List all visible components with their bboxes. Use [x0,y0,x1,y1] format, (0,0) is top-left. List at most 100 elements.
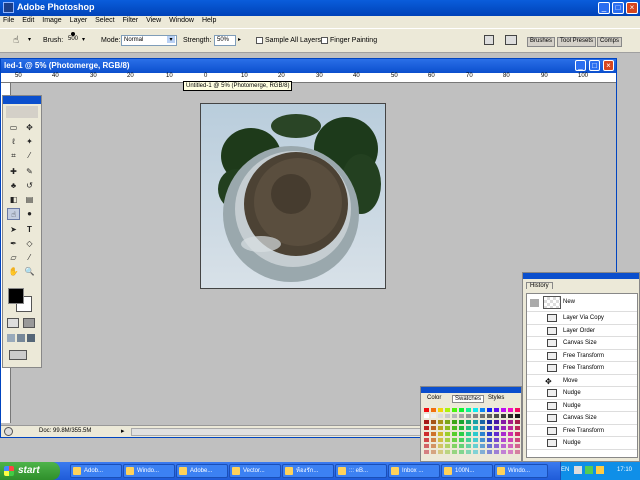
jump-to-imageready-icon[interactable] [9,350,27,360]
menu-edit[interactable]: Edit [19,16,37,25]
tab-comps[interactable]: Comps [597,37,623,47]
doc-close-button[interactable]: × [603,60,614,71]
eraser-tool-icon[interactable]: ◧ [7,194,20,206]
taskbar-item[interactable]: ห้องรัก... [282,464,334,478]
language-indicator[interactable]: EN [561,467,569,473]
color-swatch[interactable] [451,449,458,455]
color-swatch[interactable] [430,449,437,455]
pen-tool-icon[interactable]: ✒ [7,238,20,250]
menu-file[interactable]: File [0,16,17,25]
history-item[interactable]: Layer Via Copy [527,312,637,325]
toolbox-header[interactable] [3,96,41,104]
tab-brushes[interactable]: Brushes [527,37,556,47]
file-browser-icon[interactable] [484,35,494,45]
shape-tool-icon[interactable]: ◇ [23,238,36,250]
color-swatch[interactable] [514,449,521,455]
taskbar-item[interactable]: 100N... [441,464,493,478]
healing-brush-tool-icon[interactable]: ✚ [7,166,20,178]
history-item[interactable]: Canvas Size [527,412,637,425]
color-swatch[interactable] [479,449,486,455]
taskbar-item[interactable]: Adobe... [176,464,228,478]
history-item[interactable]: Free Transform [527,362,637,375]
tray-icon[interactable] [585,466,593,474]
taskbar-item[interactable]: Windo... [494,464,548,478]
crop-tool-icon[interactable]: ⌗ [7,150,20,162]
palette-well-icon[interactable] [505,35,517,45]
taskbar-item[interactable]: Windo... [123,464,175,478]
history-item[interactable]: Layer Order [527,325,637,337]
taskbar-item[interactable]: Inbox ... [388,464,440,478]
history-item[interactable]: Canvas Size [527,337,637,350]
mode-select[interactable]: Normal ▾ [121,35,177,46]
tab-tool-presets[interactable]: Tool Presets [557,37,597,47]
menu-window[interactable]: Window [166,16,197,25]
notes-tool-icon[interactable]: ▱ [7,252,20,264]
smudge-tool-icon[interactable]: ☝ [13,35,19,46]
hand-tool-icon[interactable]: ✋ [7,266,20,278]
tool-preset-chevron-icon[interactable]: ▾ [28,36,31,43]
minimize-button[interactable]: _ [598,2,610,14]
history-item[interactable]: Free Transform [527,350,637,362]
taskbar-item[interactable]: ::: eB... [335,464,387,478]
menu-filter[interactable]: Filter [120,16,142,25]
color-swatch[interactable] [507,449,514,455]
color-swatch[interactable] [437,449,444,455]
eyedropper-tool-icon[interactable]: ⁄ [23,252,36,264]
taskbar-item[interactable]: Adob... [70,464,122,478]
slice-tool-icon[interactable]: ⁄ [23,150,36,162]
history-item[interactable]: ✥ Move [527,375,637,387]
path-selection-tool-icon[interactable]: ➤ [7,224,20,236]
doc-maximize-button[interactable]: □ [589,60,600,71]
gradient-tool-icon[interactable]: ▤ [23,194,36,206]
start-button[interactable]: start [0,462,60,480]
clone-stamp-tool-icon[interactable]: ♣ [7,180,20,192]
history-snapshot[interactable]: New [527,294,637,312]
document-titlebar[interactable]: led-1 @ 5% (Photomerge, RGB/8) _ □ × [1,59,616,73]
finger-painting-checkbox[interactable] [321,37,328,44]
close-button[interactable]: × [626,2,638,14]
color-swatch[interactable] [423,449,430,455]
color-swatch[interactable] [458,449,465,455]
menu-layer[interactable]: Layer [67,16,91,25]
color-swatch[interactable] [500,449,507,455]
tray-icon[interactable] [574,466,582,474]
history-brush-tool-icon[interactable]: ↺ [23,180,36,192]
tab-styles[interactable]: Styles [488,395,504,401]
lasso-tool-icon[interactable]: ℓ [7,136,20,148]
zoom-tool-icon[interactable]: 🔍 [23,266,36,278]
foreground-color-swatch[interactable] [8,288,24,304]
brush-chevron-icon[interactable]: ▾ [82,36,85,43]
standard-mode-icon[interactable] [7,318,19,328]
strength-input[interactable]: 50% [214,35,236,46]
strength-slider-chevron-icon[interactable]: ▸ [238,36,241,43]
tab-color[interactable]: Color [427,395,441,401]
history-item[interactable]: Nudge [527,400,637,412]
move-tool-icon[interactable]: ✥ [23,122,36,134]
menu-select[interactable]: Select [92,16,117,25]
history-item[interactable]: Free Transform [527,425,637,437]
history-item[interactable]: Nudge [527,437,637,450]
color-swatch[interactable] [465,449,472,455]
swatches-panel-header[interactable] [421,387,521,393]
sample-all-layers-checkbox[interactable] [256,37,263,44]
color-swatch[interactable] [493,449,500,455]
screen-mode-menu-icon[interactable] [17,334,25,342]
smudge-tool-button[interactable]: ☝ [7,208,20,220]
swatch-grid[interactable] [423,407,521,455]
status-menu-arrow-icon[interactable]: ▸ [121,427,125,435]
dodge-tool-icon[interactable]: ● [23,208,36,220]
canvas-image[interactable] [200,103,386,289]
color-swatch[interactable] [472,449,479,455]
brush-preview[interactable]: 500 [66,32,80,42]
quick-mask-icon[interactable] [23,318,35,328]
tab-history[interactable]: History [526,282,553,289]
magic-wand-tool-icon[interactable]: ✦ [23,136,36,148]
menu-help[interactable]: Help [199,16,219,25]
menu-image[interactable]: Image [39,16,64,25]
zoom-icon[interactable] [4,427,13,436]
type-tool-icon[interactable]: T [23,224,36,236]
menu-view[interactable]: View [143,16,164,25]
marquee-tool-icon[interactable]: ▭ [7,122,20,134]
screen-mode-full-icon[interactable] [27,334,35,342]
tab-swatches[interactable]: Swatches [452,395,485,403]
